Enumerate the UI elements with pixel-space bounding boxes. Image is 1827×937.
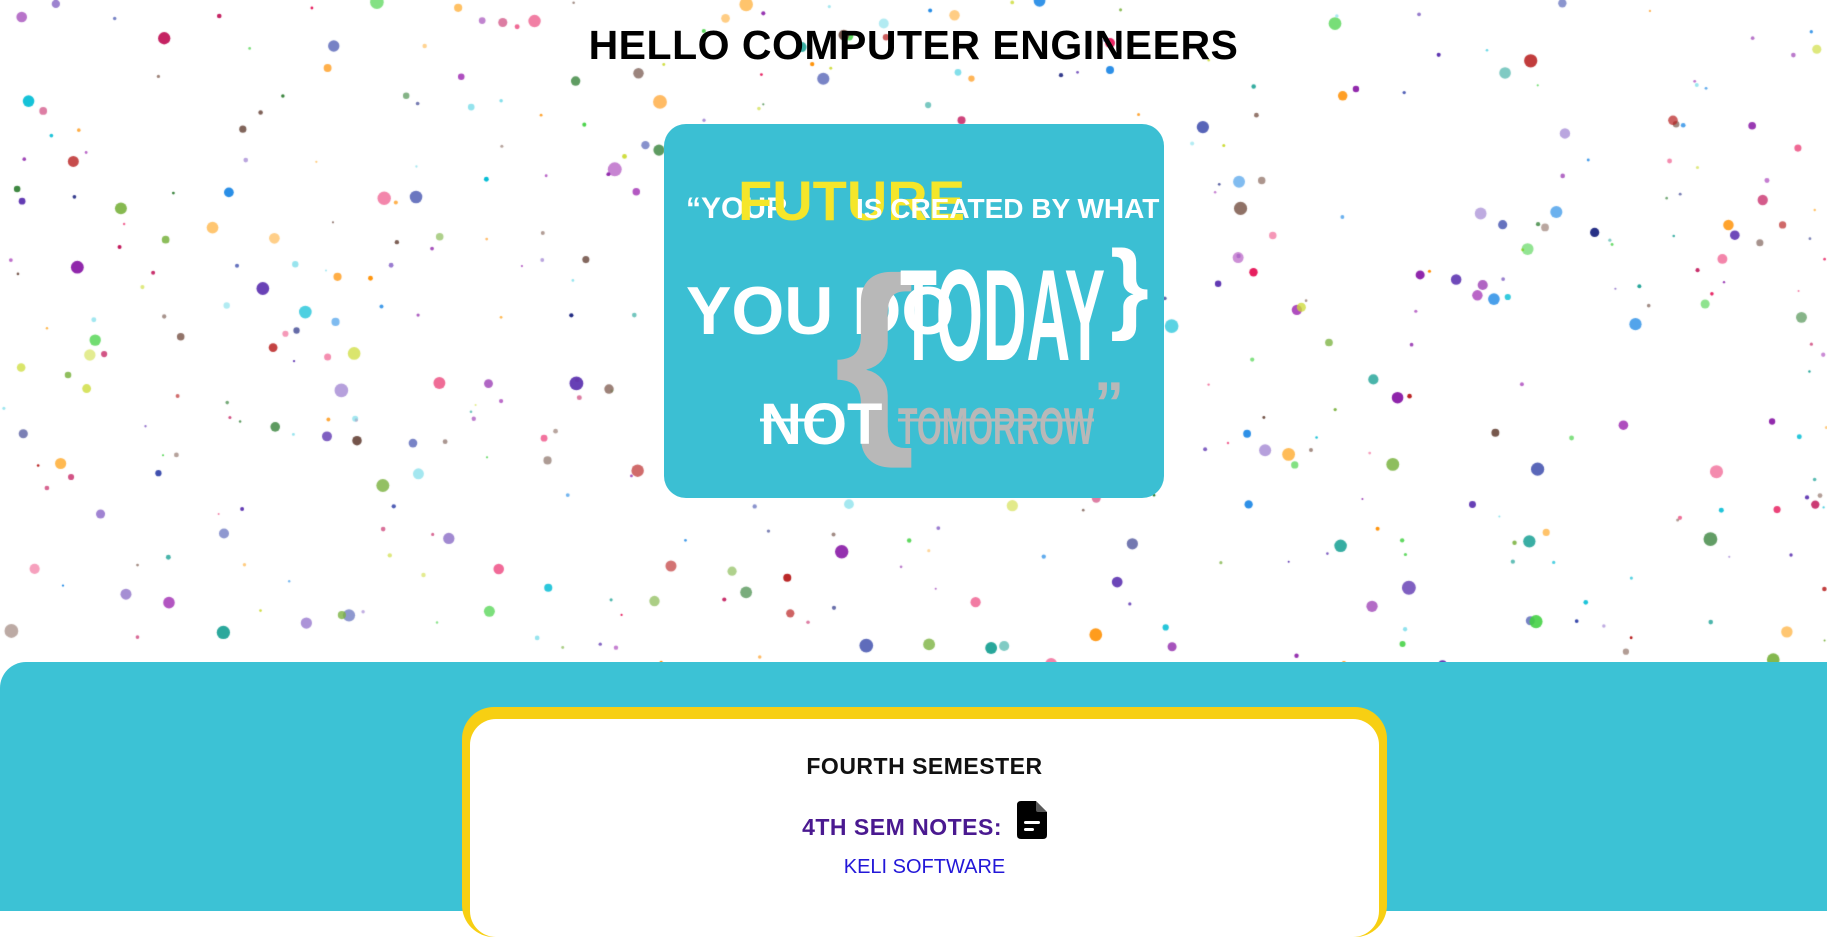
semester-title: FOURTH SEMESTER [806,753,1043,779]
quote-today-text: TODAY [900,242,1105,388]
semester-card-body: FOURTH SEMESTER 4TH SEM NOTES: KELI SOFT… [470,719,1379,937]
quote-not-text: NOT [760,392,882,457]
keli-software-link[interactable]: KELI SOFTWARE [470,856,1379,879]
document-icon[interactable] [1016,801,1047,845]
quote-close-text: ” [1094,370,1124,437]
brace-close-text: } [1110,230,1149,342]
motivational-quote-banner: “YOUR FUTURE IS CREATED BY WHAT YOU DO {… [664,124,1164,498]
page-title: HELLO COMPUTER ENGINEERS [588,22,1239,68]
notes-row: 4TH SEM NOTES: [470,801,1379,845]
quote-graphic: “YOUR FUTURE IS CREATED BY WHAT YOU DO {… [686,169,1159,469]
notes-label: 4TH SEM NOTES: [802,814,1003,840]
quote-tomorrow-text: TOMORROW [898,398,1095,456]
quote-created-text: IS CREATED BY WHAT [856,193,1159,224]
semester-card: FOURTH SEMESTER 4TH SEM NOTES: KELI SOFT… [462,707,1387,937]
